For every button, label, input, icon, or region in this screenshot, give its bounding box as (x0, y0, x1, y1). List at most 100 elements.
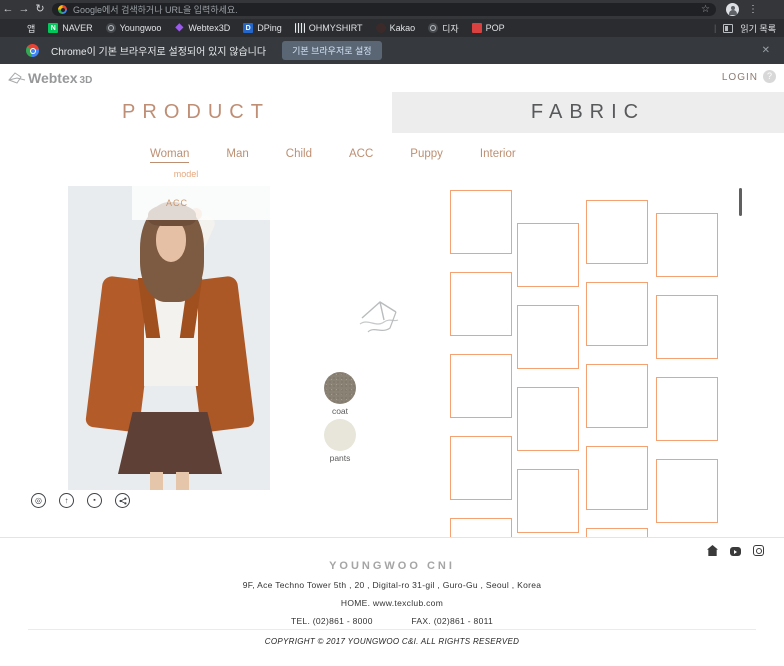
fabric-swatch-slot[interactable] (656, 459, 718, 523)
login-link[interactable]: LOGIN (722, 72, 758, 83)
dping-icon: D (243, 23, 253, 33)
browser-menu-icon[interactable]: ⋮ (748, 4, 758, 15)
help-icon[interactable]: ? (763, 70, 776, 83)
fabric-swatch-slot[interactable] (517, 469, 579, 533)
nav-subitem-model[interactable]: model (150, 169, 222, 179)
bookmark-label: 앱 (27, 22, 35, 35)
footer-divider (28, 629, 756, 630)
back-icon[interactable]: ← (0, 0, 16, 19)
nav-item-child[interactable]: Child (286, 148, 312, 163)
bookmark-apps[interactable]: 앱 (13, 22, 35, 35)
model-leg (150, 472, 163, 490)
home-icon[interactable] (707, 545, 718, 556)
fabric-swatch-slot[interactable] (450, 190, 512, 254)
striped-icon (295, 23, 305, 33)
fabric-swatch-slot[interactable] (450, 436, 512, 500)
fabric-swatch-slot[interactable] (586, 528, 648, 537)
diamond-icon: ◆ (174, 23, 184, 33)
rotate-button[interactable]: ◎ (31, 493, 46, 508)
acc-dropdown-ghost: ACC (132, 186, 270, 220)
bookmark-youngwoo[interactable]: Youngwoo (106, 23, 162, 33)
bookmark-label: Webtex3D (188, 23, 230, 33)
bookmark-star-icon[interactable]: ☆ (701, 4, 710, 15)
model-leg (176, 472, 189, 490)
acc-ghost-label: ACC (166, 198, 188, 208)
pop-icon (472, 23, 482, 33)
company-name: YOUNGWOO CNI (0, 560, 784, 572)
address-bar-placeholder: Google에서 검색하거나 URL을 입력하세요. (73, 3, 701, 16)
browser-toolbar: ← → ↻ Google에서 검색하거나 URL을 입력하세요. ☆ ⋮ (0, 0, 784, 19)
fabric-swatch-slot[interactable] (656, 295, 718, 359)
fabric-swatch-slot[interactable] (586, 200, 648, 264)
nav-item-interior[interactable]: Interior (480, 148, 516, 163)
google-icon (58, 5, 67, 14)
nav-item-man[interactable]: Man (226, 148, 248, 163)
notification-text: Chrome이 기본 브라우저로 설정되어 있지 않습니다 (51, 43, 266, 58)
youtube-icon[interactable] (730, 547, 741, 556)
bookmark-label: DPing (257, 23, 282, 33)
globe-icon (106, 23, 116, 33)
bookmark-ohmyshirt[interactable]: OHMYSHIRT (295, 23, 363, 33)
upload-button[interactable]: ↑ (59, 493, 74, 508)
fabric-swatch-grid (443, 186, 743, 537)
bookmark-dija[interactable]: 디자 (428, 22, 459, 35)
fabric-swatch-slot[interactable] (656, 213, 718, 277)
fabric-swatch-slot[interactable] (586, 446, 648, 510)
tab-fabric[interactable]: FABRIC (392, 92, 784, 133)
forward-icon[interactable]: → (16, 0, 32, 19)
fabric-swatch-slot[interactable] (450, 272, 512, 336)
default-browser-notification: Chrome이 기본 브라우저로 설정되어 있지 않습니다 기본 브라우저로 설… (0, 37, 784, 65)
bookmark-label: Kakao (390, 23, 416, 33)
reading-list-button[interactable]: 읽기 목록 (740, 22, 776, 35)
tab-product[interactable]: PRODUCT (0, 92, 392, 133)
category-nav: Woman Man Child ACC Puppy Interior (150, 148, 620, 163)
nav-item-puppy[interactable]: Puppy (410, 148, 443, 163)
nav-item-woman[interactable]: Woman (150, 148, 189, 163)
bookmarks-bar: 앱 N NAVER Youngwoo ◆ Webtex3D D DPing OH… (0, 19, 784, 37)
fabric-swatch-slot[interactable] (450, 354, 512, 418)
address-bar[interactable]: Google에서 검색하거나 URL을 입력하세요. ☆ (52, 3, 716, 16)
company-tel: TEL. (02)861 - 8000 (291, 616, 373, 626)
company-homepage[interactable]: HOME. www.texclub.com (0, 598, 784, 608)
bookmark-webtex3d[interactable]: ◆ Webtex3D (174, 23, 230, 33)
share-button[interactable] (115, 493, 130, 508)
instagram-icon[interactable] (753, 545, 764, 556)
globe-icon (428, 23, 438, 33)
fabric-swatch-slot[interactable] (517, 223, 579, 287)
capture-button[interactable]: ▪ (87, 493, 102, 508)
coat-swatch-label: coat (310, 406, 370, 416)
fabric-swatch-slot[interactable] (586, 364, 648, 428)
fabric-swatch-slot[interactable] (517, 387, 579, 451)
close-icon[interactable]: ✕ (762, 45, 770, 56)
site-logo[interactable]: Webtex 3D (8, 70, 92, 86)
fabric-swatch-slot[interactable] (517, 305, 579, 369)
footer: YOUNGWOO CNI 9F, Ace Techno Tower 5th , … (0, 537, 784, 666)
reload-icon[interactable]: ↻ (32, 0, 48, 19)
profile-avatar[interactable] (726, 3, 739, 16)
fabric-swatch-slot[interactable] (656, 377, 718, 441)
webtex-logo-icon (8, 71, 26, 85)
copyright-text: COPYRIGHT © 2017 YOUNGWOO C&I. ALL RIGHT… (0, 637, 784, 646)
fabric-swatch-slot[interactable] (450, 518, 512, 537)
bookmarks-right: | 읽기 목록 (714, 22, 776, 35)
bookmark-pop[interactable]: POP (472, 23, 505, 33)
set-default-browser-button[interactable]: 기본 브라우저로 설정 (282, 41, 382, 60)
bookmark-naver[interactable]: N NAVER (48, 23, 92, 33)
bookmark-label: OHMYSHIRT (309, 23, 363, 33)
pants-swatch[interactable] (324, 419, 356, 451)
model-photo[interactable]: ACC (68, 186, 270, 490)
coat-swatch[interactable] (324, 372, 356, 404)
fabric-swatch-slot[interactable] (586, 282, 648, 346)
reading-list-icon (723, 24, 733, 33)
bookmark-dping[interactable]: D DPing (243, 23, 282, 33)
model-face (156, 220, 186, 262)
social-links (707, 545, 764, 556)
nav-item-acc[interactable]: ACC (349, 148, 373, 163)
fabric-grid-scrollbar[interactable] (739, 188, 742, 216)
chrome-icon (26, 44, 39, 57)
bookmark-label: Youngwoo (120, 23, 162, 33)
logo-text: Webtex (28, 70, 78, 86)
bookmark-kakao[interactable]: Kakao (376, 23, 416, 33)
apps-grid-icon (13, 23, 23, 33)
browser-window: ← → ↻ Google에서 검색하거나 URL을 입력하세요. ☆ ⋮ 앱 N… (0, 0, 784, 666)
